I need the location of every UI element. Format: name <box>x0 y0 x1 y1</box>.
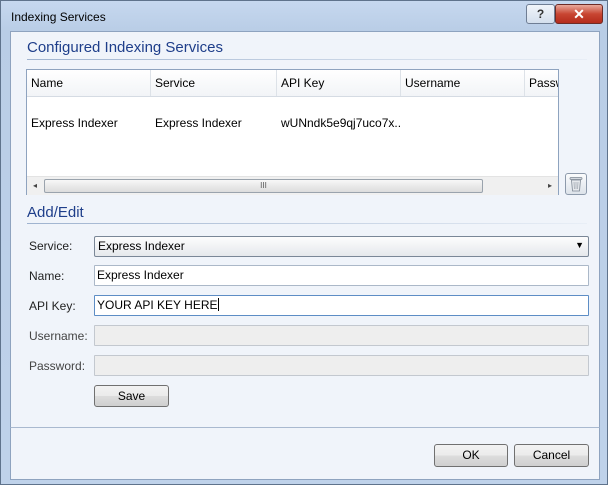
delete-service-button[interactable] <box>565 173 587 195</box>
name-field[interactable]: Express Indexer <box>94 265 589 286</box>
trash-icon <box>569 177 583 192</box>
scroll-thumb[interactable]: III <box>44 179 483 193</box>
grid-header: Name Service API Key Username Passw <box>27 70 558 97</box>
api-key-label: API Key: <box>29 299 76 313</box>
dialog-window: Indexing Services ? ✕ Configured Indexin… <box>0 0 608 485</box>
text-caret <box>217 298 219 311</box>
chevron-down-icon[interactable]: ▼ <box>575 240 584 250</box>
column-header-password[interactable]: Passw <box>525 70 558 96</box>
horizontal-scrollbar[interactable]: ◂ III ▸ <box>27 176 558 195</box>
add-edit-header: Add/Edit <box>27 204 84 221</box>
scroll-left-arrow-icon[interactable]: ◂ <box>27 177 43 194</box>
section-divider <box>27 59 587 60</box>
cell-name: Express Indexer <box>31 116 118 130</box>
username-label: Username: <box>29 329 88 343</box>
cell-service: Express Indexer <box>155 116 242 130</box>
scroll-right-arrow-icon[interactable]: ▸ <box>542 177 558 194</box>
help-button[interactable]: ? <box>526 4 555 24</box>
close-button[interactable]: ✕ <box>555 4 603 24</box>
service-label: Service: <box>29 239 73 253</box>
column-header-username[interactable]: Username <box>401 70 525 96</box>
section-divider <box>27 223 587 224</box>
cell-api-key: wUNndk5e9qj7uco7x... <box>281 116 402 130</box>
column-header-name[interactable]: Name <box>27 70 151 96</box>
save-button[interactable]: Save <box>94 385 169 407</box>
column-header-api-key[interactable]: API Key <box>277 70 401 96</box>
title-bar[interactable]: Indexing Services ? ✕ <box>1 1 607 31</box>
table-row[interactable]: Express Indexer Express Indexer wUNndk5e… <box>27 113 558 133</box>
window-title: Indexing Services <box>11 10 106 24</box>
username-field <box>94 325 589 346</box>
cancel-button[interactable]: Cancel <box>514 444 589 467</box>
services-grid[interactable]: Name Service API Key Username Passw Expr… <box>26 69 559 195</box>
password-label: Password: <box>29 359 86 373</box>
configured-services-header: Configured Indexing Services <box>27 39 223 56</box>
password-field <box>94 355 589 376</box>
ok-button[interactable]: OK <box>434 444 508 467</box>
name-label: Name: <box>29 269 65 283</box>
dialog-footer: OK Cancel <box>10 427 600 480</box>
api-key-field[interactable]: YOUR API KEY HERE <box>94 295 589 316</box>
column-header-service[interactable]: Service <box>151 70 277 96</box>
service-dropdown-value: Express Indexer <box>98 239 185 253</box>
service-dropdown[interactable]: Express Indexer ▼ <box>94 236 589 257</box>
api-key-value: YOUR API KEY HERE <box>97 298 218 312</box>
dialog-client-area: Configured Indexing Services Name Servic… <box>10 31 600 428</box>
